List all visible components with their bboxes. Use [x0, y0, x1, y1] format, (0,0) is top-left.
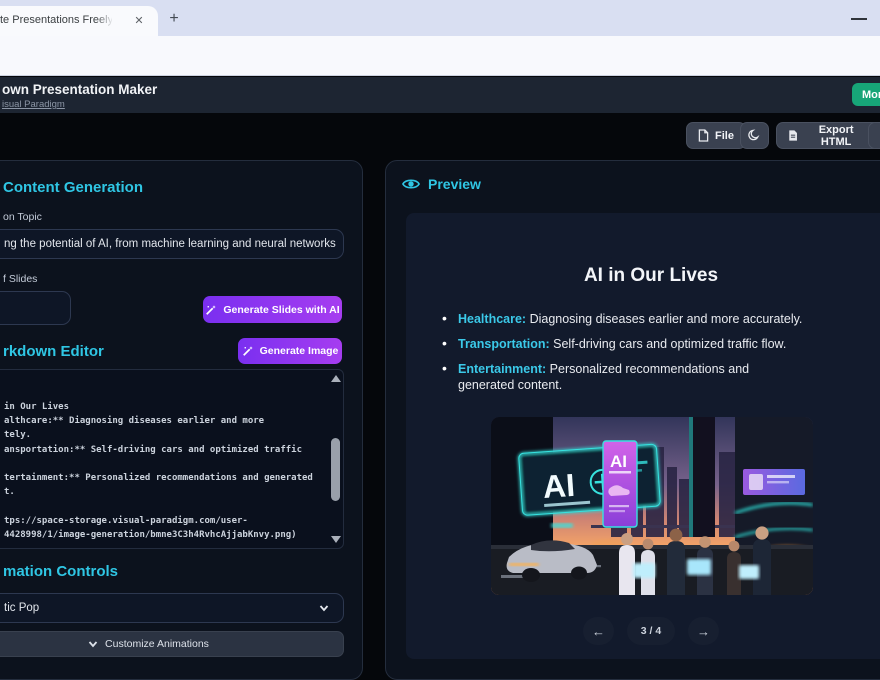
slide-canvas: AI in Our Lives Healthcare: Diagnosing d…: [406, 213, 880, 659]
bullet-text: Diagnosing diseases earlier and more acc…: [526, 312, 802, 326]
generate-image-label: Generate Image: [260, 345, 339, 357]
prev-slide-button[interactable]: ←: [583, 617, 614, 645]
content-generation-panel: Content Generation on Topic f Slides Gen…: [0, 160, 363, 680]
bullet-term: Healthcare:: [458, 312, 526, 326]
dark-mode-toggle[interactable]: [740, 122, 769, 149]
bullet-term: Transportation:: [458, 337, 550, 351]
generate-slides-label: Generate Slides with AI: [223, 304, 339, 316]
window-titlebar: te Presentations Freely with ✕ +: [0, 0, 880, 36]
bullet-entertainment: Entertainment: Personalized recommendati…: [458, 361, 858, 393]
scrollbar-thumb[interactable]: [331, 438, 340, 501]
animation-controls-heading: mation Controls: [3, 563, 118, 580]
preview-heading: Preview: [428, 176, 481, 192]
more-button[interactable]: More: [852, 83, 880, 106]
cutoff-toolbar-button[interactable]: [868, 122, 880, 149]
generate-image-button[interactable]: Generate Image: [238, 338, 342, 364]
bullet-text: Self-driving cars and optimized traffic …: [550, 337, 787, 351]
bullet-text: Personalized recommendations and: [546, 362, 749, 376]
magic-wand-icon: [205, 304, 217, 316]
markdown-editor-textarea[interactable]: in Our Lives althcare:** Diagnosing dise…: [0, 369, 344, 549]
scrollbar-down-arrow[interactable]: [331, 536, 341, 543]
chevron-down-icon: [88, 639, 98, 649]
window-minimize-button[interactable]: [851, 10, 867, 20]
new-tab-button[interactable]: +: [164, 9, 184, 29]
app-header: own Presentation Maker isual Paradigm Mo…: [0, 77, 880, 113]
file-button-label: File: [715, 130, 734, 142]
moon-icon: [748, 129, 761, 142]
customize-animations-label: Customize Animations: [105, 638, 209, 650]
bullet-transportation: Transportation: Self-driving cars and op…: [458, 336, 858, 352]
bullet-healthcare: Healthcare: Diagnosing diseases earlier …: [458, 311, 858, 327]
magic-wand-icon: [242, 345, 254, 357]
bullet-text-line2: generated content.: [458, 377, 858, 393]
customize-animations-button[interactable]: Customize Animations: [0, 631, 344, 657]
editor-scrollbar[interactable]: [329, 372, 341, 546]
generate-slides-button[interactable]: Generate Slides with AI: [203, 296, 342, 323]
animation-style-select[interactable]: tic Pop: [0, 593, 344, 623]
slides-count-input[interactable]: [0, 291, 71, 325]
slide-bullet-list: Healthcare: Diagnosing diseases earlier …: [458, 311, 858, 402]
animation-style-value: tic Pop: [4, 602, 39, 614]
file-button[interactable]: File: [686, 122, 746, 149]
next-slide-button[interactable]: →: [688, 617, 719, 645]
browser-toolbar: ai-toolbox.visual-paradigm.com/app/markd…: [0, 36, 880, 76]
tab-title-fade: [96, 8, 118, 34]
svg-text:AI: AI: [542, 467, 576, 505]
topic-input[interactable]: [0, 229, 344, 259]
content-generation-heading: Content Generation: [3, 179, 143, 196]
svg-text:AI: AI: [610, 452, 627, 471]
tab-close-icon[interactable]: ✕: [132, 14, 146, 28]
app-title: own Presentation Maker: [2, 82, 157, 97]
browser-tab[interactable]: te Presentations Freely with ✕: [0, 6, 158, 36]
visual-paradigm-link[interactable]: isual Paradigm: [2, 99, 65, 110]
markdown-editor-heading: rkdown Editor: [3, 343, 104, 360]
slide-image: AI AI: [491, 417, 813, 595]
export-file-icon: [788, 129, 798, 142]
export-html-label: Export HTML: [804, 124, 868, 148]
topic-label: on Topic: [3, 211, 42, 223]
bullet-term: Entertainment:: [458, 362, 546, 376]
scrollbar-up-arrow[interactable]: [331, 375, 341, 382]
slides-count-label: f Slides: [3, 273, 37, 285]
slide-title: AI in Our Lives: [406, 265, 880, 287]
export-html-button[interactable]: Export HTML: [776, 122, 880, 149]
preview-panel: Preview AI in Our Lives Healthcare: Diag…: [385, 160, 880, 680]
file-icon: [698, 129, 709, 142]
markdown-editor-content[interactable]: in Our Lives althcare:** Diagnosing dise…: [0, 370, 327, 548]
slide-counter: 3 / 4: [627, 617, 675, 645]
slide-navigation: ← 3 / 4 →: [406, 617, 880, 645]
chevron-down-icon: [319, 603, 329, 613]
eye-icon: [402, 177, 420, 191]
